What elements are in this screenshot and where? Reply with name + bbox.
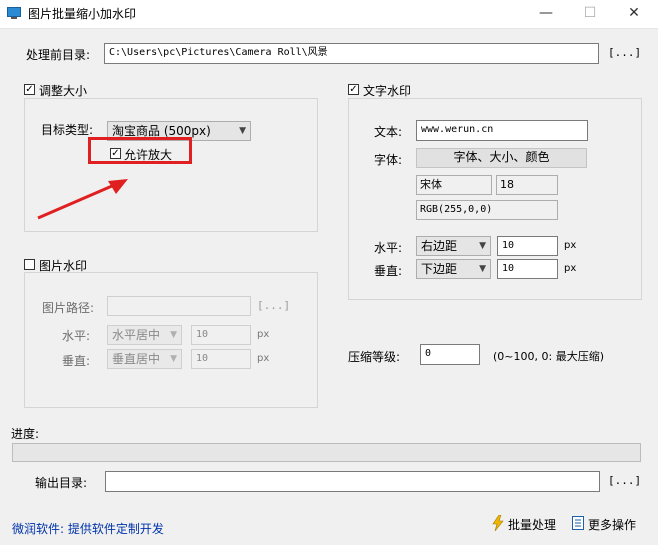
compression-hint: (0~100, 0: 最大压缩) xyxy=(493,350,604,363)
target-type-label: 目标类型: xyxy=(41,123,94,137)
font-color-display: RGB(255,0,0) xyxy=(416,200,558,220)
chevron-down-icon: ▼ xyxy=(170,330,177,340)
image-h-offset-input[interactable]: 10 xyxy=(191,325,251,345)
watermark-text-input[interactable]: www.werun.cn xyxy=(416,120,588,141)
text-watermark-checkbox[interactable]: ✓ xyxy=(348,84,359,95)
source-dir-input[interactable]: C:\Users\pc\Pictures\Camera Roll\风景 xyxy=(104,43,599,64)
title-bar: 图片批量缩小加水印 — ☐ ✕ xyxy=(0,0,658,29)
minimize-button[interactable]: — xyxy=(524,0,568,28)
image-v-align-select[interactable]: 垂直居中 ▼ xyxy=(107,349,182,369)
text-v-label: 垂直: xyxy=(374,264,403,278)
text-h-align-value: 右边距 xyxy=(421,239,458,253)
text-v-unit: px xyxy=(564,263,577,274)
highlight-box xyxy=(88,137,192,164)
image-watermark-checkbox[interactable] xyxy=(24,259,35,270)
font-label: 字体: xyxy=(374,153,403,167)
app-icon xyxy=(7,7,21,19)
text-v-align-select[interactable]: 下边距 ▼ xyxy=(416,259,491,279)
close-button[interactable]: ✕ xyxy=(612,0,656,28)
text-watermark-label: 文字水印 xyxy=(363,84,412,98)
output-browse-button[interactable]: [...] xyxy=(608,474,641,487)
text-h-unit: px xyxy=(564,240,577,251)
image-v-unit: px xyxy=(257,353,270,364)
document-icon xyxy=(572,516,584,530)
chevron-down-icon: ▼ xyxy=(479,264,486,274)
batch-process-label: 批量处理 xyxy=(508,518,557,532)
text-v-offset-input[interactable]: 10 xyxy=(497,259,558,279)
minimize-icon: — xyxy=(539,5,553,21)
text-v-align-value: 下边距 xyxy=(421,262,458,276)
maximize-button[interactable]: ☐ xyxy=(568,0,612,28)
image-h-align-select[interactable]: 水平居中 ▼ xyxy=(107,325,182,345)
lightning-icon xyxy=(492,515,504,531)
chevron-down-icon: ▼ xyxy=(170,354,177,364)
text-h-align-select[interactable]: 右边距 ▼ xyxy=(416,236,491,256)
output-dir-label: 输出目录: xyxy=(35,476,88,490)
compression-input[interactable]: 0 xyxy=(420,344,480,365)
checkmark-icon: ✓ xyxy=(349,84,358,95)
font-settings-button[interactable]: 字体、大小、颜色 xyxy=(416,148,587,168)
checkmark-icon: ✓ xyxy=(25,84,34,95)
image-path-browse-button[interactable]: [...] xyxy=(257,299,290,312)
compression-label: 压缩等级: xyxy=(348,350,401,364)
annotation-arrow xyxy=(37,179,128,220)
output-dir-input[interactable] xyxy=(105,471,600,492)
text-h-offset-input[interactable]: 10 xyxy=(497,236,558,256)
image-path-label: 图片路径: xyxy=(42,301,95,315)
resize-checkbox[interactable]: ✓ xyxy=(24,84,35,95)
chevron-down-icon: ▼ xyxy=(239,126,246,136)
progress-bar xyxy=(12,443,641,462)
window-title: 图片批量缩小加水印 xyxy=(28,7,137,21)
company-link[interactable]: 微润软件: 提供软件定制开发 xyxy=(12,520,164,537)
close-icon: ✕ xyxy=(628,5,640,21)
image-h-align-value: 水平居中 xyxy=(112,328,161,342)
text-h-label: 水平: xyxy=(374,241,403,255)
chevron-down-icon: ▼ xyxy=(479,241,486,251)
font-size-display: 18 xyxy=(496,175,558,195)
resize-label: 调整大小 xyxy=(39,84,88,98)
more-actions-label: 更多操作 xyxy=(588,518,637,532)
maximize-icon: ☐ xyxy=(583,5,597,21)
text-label: 文本: xyxy=(374,125,403,139)
image-h-unit: px xyxy=(257,329,270,340)
image-watermark-label: 图片水印 xyxy=(39,259,88,273)
image-h-label: 水平: xyxy=(62,329,91,343)
font-name-display: 宋体 xyxy=(416,175,492,195)
source-browse-button[interactable]: [...] xyxy=(608,46,641,59)
target-type-value: 淘宝商品 (500px) xyxy=(112,124,211,138)
image-v-offset-input[interactable]: 10 xyxy=(191,349,251,369)
image-v-align-value: 垂直居中 xyxy=(112,352,161,366)
progress-label: 进度: xyxy=(11,427,40,441)
source-dir-label: 处理前目录: xyxy=(26,48,91,62)
image-v-label: 垂直: xyxy=(62,354,91,368)
image-path-input[interactable] xyxy=(107,296,251,316)
